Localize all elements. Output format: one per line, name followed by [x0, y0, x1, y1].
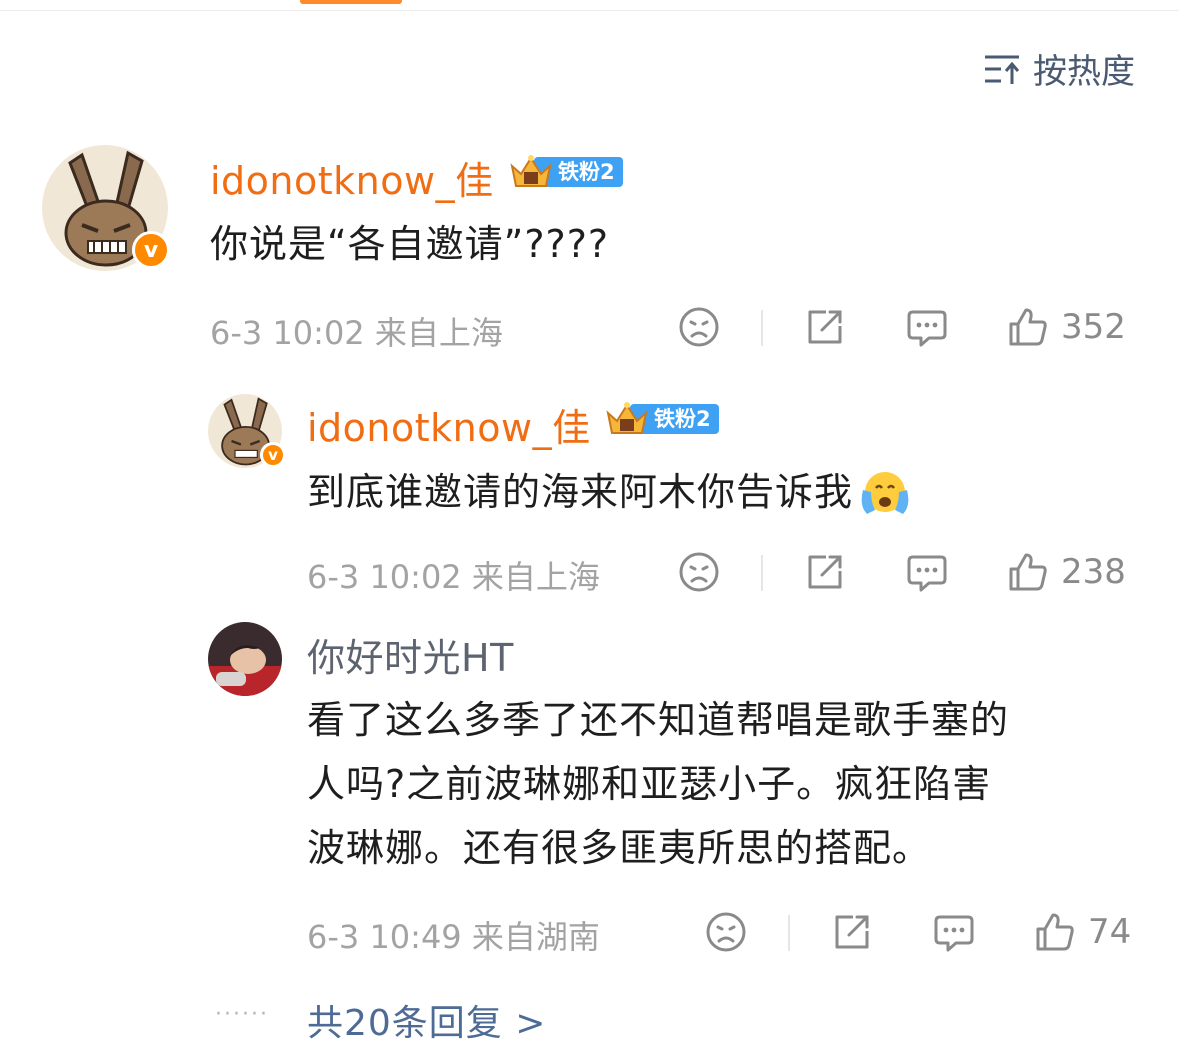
top-divider	[0, 10, 1179, 11]
username[interactable]: idonotknow_佳	[307, 397, 591, 452]
reply-button[interactable]	[905, 551, 949, 593]
comment-line: 人吗?之前波琳娜和亚瑟小子。疯狂陷害	[307, 762, 992, 806]
comment-content: 你说是“各自邀请”????	[210, 222, 610, 266]
sort-by-hot-button[interactable]: 按热度	[983, 44, 1135, 93]
avatar[interactable]	[208, 622, 282, 696]
comment-icon	[907, 310, 947, 347]
share-icon	[835, 915, 869, 949]
verified-badge-icon: v	[132, 231, 170, 269]
comment-meta: 6-3 10:02 来自上海	[210, 308, 503, 354]
dislike-button[interactable]	[705, 911, 747, 953]
comment-meta: 6-3 10:49 来自湖南	[307, 912, 600, 958]
more-dots: ······	[215, 1002, 269, 1027]
crying-face-emoji-icon	[861, 472, 909, 514]
comment-text: 到底谁邀请的海来阿木你告诉我	[307, 470, 854, 514]
divider	[761, 310, 763, 346]
like-button[interactable]: 238	[1007, 551, 1126, 593]
sort-label: 按热度	[1033, 52, 1135, 92]
thumbs-up-icon	[1009, 553, 1047, 591]
share-button[interactable]	[804, 306, 846, 348]
fan-badge[interactable]: 铁粉2	[508, 155, 623, 189]
frown-icon	[679, 552, 719, 592]
sort-icon	[983, 52, 1021, 86]
avatar[interactable]: v	[208, 394, 286, 468]
person-avatar-icon	[208, 622, 282, 696]
verified-badge-icon: v	[260, 442, 286, 468]
share-icon	[808, 555, 842, 589]
comment-time: 6-3 10:49	[307, 918, 462, 956]
like-count: 74	[1088, 912, 1132, 952]
comment-location: 来自上海	[471, 558, 600, 596]
avatar[interactable]: v	[42, 145, 170, 271]
thumbs-up-icon	[1036, 913, 1074, 951]
divider	[761, 555, 763, 591]
comment-time: 6-3 10:02	[307, 558, 462, 596]
divider	[788, 915, 790, 951]
comment-time: 6-3 10:02	[210, 314, 365, 352]
crown-icon	[606, 402, 648, 434]
thumbs-up-icon	[1009, 308, 1047, 346]
reply-button[interactable]	[905, 306, 949, 348]
comment-content: 看了这么多季了还不知道帮唱是歌手塞的 人吗?之前波琳娜和亚瑟小子。疯狂陷害 波琳…	[307, 688, 1009, 880]
fan-badge[interactable]: 铁粉2	[604, 402, 719, 436]
dislike-button[interactable]	[678, 306, 720, 348]
share-icon	[808, 310, 842, 344]
comment-line: 波琳娜。还有很多匪夷所思的搭配。	[307, 826, 932, 870]
frown-icon	[706, 912, 746, 952]
view-all-replies-link[interactable]: 共20条回复 >	[307, 994, 546, 1046]
dislike-button[interactable]	[678, 551, 720, 593]
comment-meta: 6-3 10:02 来自上海	[307, 552, 600, 598]
comment-icon	[907, 555, 947, 592]
tab-indicator	[300, 0, 402, 4]
comment-content: 到底谁邀请的海来阿木你告诉我	[307, 460, 913, 524]
share-button[interactable]	[804, 551, 846, 593]
comment-location: 来自上海	[374, 314, 503, 352]
like-button[interactable]: 74	[1034, 911, 1131, 953]
like-count: 238	[1061, 552, 1126, 592]
reply-button[interactable]	[932, 911, 976, 953]
username[interactable]: 你好时光HT	[307, 627, 514, 682]
share-button[interactable]	[831, 911, 873, 953]
comment-line: 看了这么多季了还不知道帮唱是歌手塞的	[307, 698, 1010, 742]
like-count: 352	[1061, 307, 1126, 347]
like-button[interactable]: 352	[1007, 306, 1126, 348]
crown-icon	[510, 155, 552, 187]
username[interactable]: idonotknow_佳	[210, 150, 494, 205]
comment-location: 来自湖南	[471, 918, 600, 956]
frown-icon	[679, 307, 719, 347]
comment-icon	[934, 915, 974, 952]
